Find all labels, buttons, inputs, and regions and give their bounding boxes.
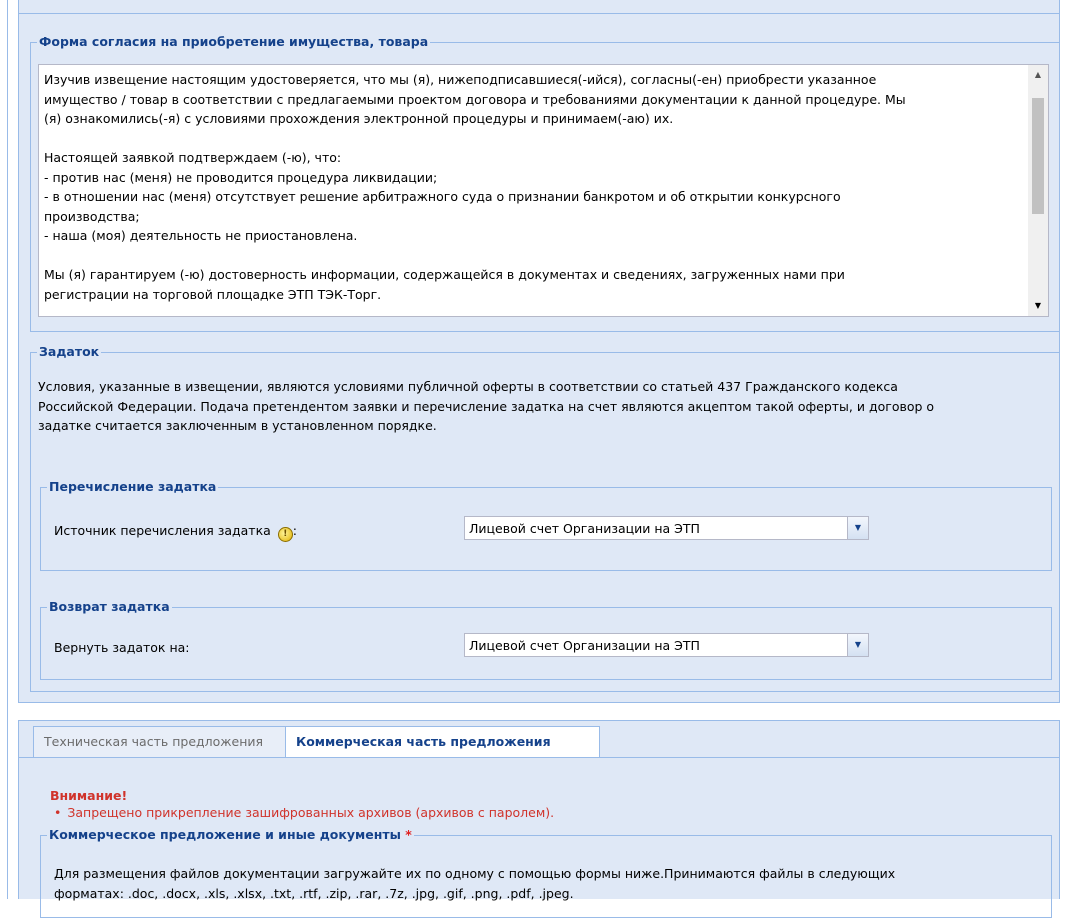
consent-textarea[interactable]: Изучив извещение настоящим удостоверяетс…	[38, 64, 1049, 317]
proposal-tabbar: Техническая часть предложения Коммерческ…	[18, 720, 1060, 760]
scroll-thumb[interactable]	[1032, 98, 1044, 214]
warning-item: • Запрещено прикрепление зашифрованных ар…	[50, 805, 554, 820]
deposit-source-value: Лицевой счет Организации на ЭТП	[469, 521, 700, 536]
panel-top-divider	[18, 13, 1060, 14]
commercial-docs-legend-text: Коммерческое предложение и иные документ…	[49, 827, 401, 842]
consent-line: Изучив извещение настоящим удостоверяетс…	[44, 72, 877, 87]
docs-line: Для размещения файлов документации загру…	[54, 866, 896, 881]
left-border	[7, 0, 8, 899]
scroll-up-icon[interactable]: ▲	[1028, 67, 1048, 83]
deposit-refund-legend: Возврат задатка	[49, 599, 170, 614]
commercial-docs-legend: Коммерческое предложение и иные документ…	[47, 828, 414, 842]
deposit-line: задатке считается заключенным в установл…	[38, 418, 437, 433]
consent-line: - в отношении нас (меня) отсутствует реш…	[44, 189, 841, 204]
deposit-line: Условия, указанные в извещении, являются…	[38, 379, 898, 394]
consent-text: Изучив извещение настоящим удостоверяетс…	[44, 70, 1019, 304]
consent-scrollbar[interactable]: ▲ ▼	[1028, 65, 1048, 316]
bullet-icon: •	[54, 805, 62, 820]
tab-technical-part[interactable]: Техническая часть предложения	[33, 726, 289, 758]
warning-item-text: Запрещено прикрепление зашифрованных арх…	[67, 805, 555, 820]
warning-title: Внимание!	[50, 788, 128, 803]
chevron-down-icon[interactable]: ▼	[847, 634, 868, 656]
deposit-line: Российской Федерации. Подача претенденто…	[38, 398, 935, 414]
consent-line: имущество / товар в соответствии с предл…	[44, 91, 906, 107]
consent-line: Настоящей заявкой подтверждаем (-ю), что…	[44, 150, 342, 165]
consent-line: Мы (я) гарантируем (-ю) достоверность ин…	[44, 267, 845, 282]
consent-line: производства;	[44, 208, 140, 224]
deposit-source-select[interactable]: Лицевой счет Организации на ЭТП ▼	[464, 516, 869, 540]
deposit-source-label-text: Источник перечисления задатка	[54, 523, 271, 538]
chevron-down-icon[interactable]: ▼	[847, 517, 868, 539]
deposit-legend: Задаток	[39, 344, 100, 359]
deposit-transfer-legend: Перечисление задатка	[49, 479, 217, 494]
docs-line: форматах: .doc, .docx, .xls, .xlsx, .txt…	[54, 885, 574, 901]
deposit-refund-select[interactable]: Лицевой счет Организации на ЭТП ▼	[464, 633, 869, 657]
required-mark: *	[405, 827, 412, 842]
consent-line: (я) ознакомились(-я) с условиями прохожд…	[44, 111, 674, 126]
consent-line: - против нас (меня) не проводится процед…	[44, 169, 438, 185]
deposit-description: Условия, указанные в извещении, являются…	[38, 377, 1053, 436]
consent-line: - наша (моя) деятельность не приостановл…	[44, 228, 358, 243]
tab-commercial-part[interactable]: Коммерческая часть предложения	[285, 726, 600, 760]
deposit-refund-value: Лицевой счет Организации на ЭТП	[469, 638, 700, 653]
consent-legend: Форма согласия на приобретение имущества…	[39, 34, 429, 49]
consent-line: регистрации на торговой площадке ЭТП ТЭК…	[44, 286, 382, 302]
commercial-docs-text: Для размещения файлов документации загру…	[54, 864, 1054, 903]
deposit-source-colon: :	[292, 523, 297, 538]
deposit-source-label: Источник перечисления задатка !:	[54, 523, 297, 542]
deposit-refund-label: Вернуть задаток на:	[54, 640, 190, 655]
scroll-down-icon[interactable]: ▼	[1028, 298, 1048, 314]
info-hint-icon[interactable]: !	[277, 527, 293, 542]
